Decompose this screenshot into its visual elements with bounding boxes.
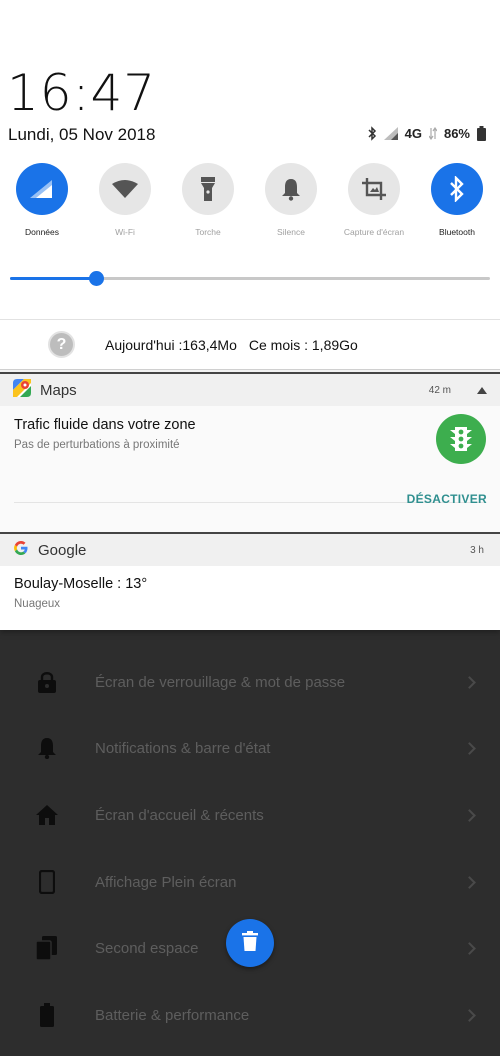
notification-header: Google 3 h xyxy=(0,532,500,566)
maps-notification[interactable]: Maps 42 m Trafic fluide dans votre zone … xyxy=(0,372,500,532)
toggle-label: Capture d'écran xyxy=(343,227,405,237)
toggle-label: Données xyxy=(24,227,60,237)
settings-item-label: Écran d'accueil & récents xyxy=(95,806,264,824)
brightness-slider[interactable] xyxy=(10,270,490,286)
toggle-label: Silence xyxy=(277,227,305,237)
toggle-mobile-data[interactable]: Données xyxy=(1,163,83,237)
data-usage-today: Aujourd'hui :163,4Mo xyxy=(105,336,237,353)
notification-body: Boulay-Moselle : 13° Nuageux xyxy=(0,566,500,630)
toggle-flashlight[interactable]: Torche xyxy=(167,163,249,237)
signal-icon xyxy=(383,127,398,140)
settings-item-fullscreen[interactable]: Affichage Plein écran xyxy=(0,849,500,915)
notification-app-name: Google xyxy=(38,541,87,559)
data-usage-row[interactable]: ? Aujourd'hui :163,4Mo Ce mois : 1,89Go xyxy=(0,320,500,370)
notification-title: Boulay-Moselle : 13° xyxy=(14,576,148,592)
bell-icon xyxy=(36,737,58,759)
screenshot-icon xyxy=(348,163,400,215)
phone-icon xyxy=(36,870,58,894)
notification-subtitle: Nuageux xyxy=(14,598,61,610)
settings-list: Écran de verrouillage & mot de passe Not… xyxy=(0,630,500,1056)
clock-time: 16:47 xyxy=(7,64,157,122)
copy-icon xyxy=(36,936,58,960)
chevron-right-icon xyxy=(463,1008,476,1022)
trash-icon xyxy=(242,930,258,956)
mobile-data-icon xyxy=(16,163,68,215)
battery-icon xyxy=(477,126,486,141)
notification-time: 3 h xyxy=(470,544,484,556)
settings-item-home-screen[interactable]: Écran d'accueil & récents xyxy=(0,782,500,848)
toggle-silence[interactable]: Silence xyxy=(250,163,332,237)
disable-button[interactable]: DÉSACTIVER xyxy=(407,492,487,506)
toggle-bluetooth[interactable]: Bluetooth xyxy=(416,163,498,237)
google-icon xyxy=(13,540,29,561)
bell-icon xyxy=(265,163,317,215)
brightness-thumb[interactable] xyxy=(89,271,104,286)
chevron-right-icon xyxy=(463,941,476,955)
quick-toggles: Données Wi-Fi Torche Silence Capture d'é… xyxy=(0,163,500,243)
settings-item-label: Second espace xyxy=(95,939,199,957)
traffic-light-icon xyxy=(436,414,486,464)
notification-app-name: Maps xyxy=(40,381,77,399)
settings-item-battery[interactable]: Batterie & performance xyxy=(0,982,500,1048)
bluetooth-status-icon xyxy=(367,126,377,141)
settings-item-label: Batterie & performance xyxy=(95,1006,250,1024)
flashlight-icon xyxy=(182,163,234,215)
settings-item-notifications[interactable]: Notifications & barre d'état xyxy=(0,715,500,781)
settings-item-label: Écran de verrouillage & mot de passe xyxy=(95,673,346,691)
brightness-fill xyxy=(10,277,96,280)
notification-shade: 16:47 Lundi, 05 Nov 2018 4G 86% Données … xyxy=(0,0,500,630)
settings-item-label: Affichage Plein écran xyxy=(95,873,237,891)
notification-time: 42 m xyxy=(428,384,451,396)
toggle-screenshot[interactable]: Capture d'écran xyxy=(333,163,415,237)
lock-icon xyxy=(36,671,58,693)
collapse-icon[interactable] xyxy=(477,387,487,394)
toggle-wifi[interactable]: Wi-Fi xyxy=(84,163,166,237)
chevron-right-icon xyxy=(463,808,476,822)
clock-date[interactable]: Lundi, 05 Nov 2018 xyxy=(8,125,155,145)
chevron-right-icon xyxy=(463,675,476,689)
maps-icon xyxy=(13,378,31,402)
battery-icon xyxy=(36,1003,58,1027)
settings-item-label: Notifications & barre d'état xyxy=(95,739,271,757)
bluetooth-icon xyxy=(431,163,483,215)
google-notification[interactable]: Google 3 h Boulay-Moselle : 13° Nuageux xyxy=(0,532,500,630)
notification-header: Maps 42 m xyxy=(0,372,500,406)
home-icon xyxy=(36,804,58,826)
settings-item-lock-screen[interactable]: Écran de verrouillage & mot de passe xyxy=(0,649,500,715)
quick-settings-panel: 16:47 Lundi, 05 Nov 2018 4G 86% Données … xyxy=(0,0,500,320)
notification-subtitle: Pas de perturbations à proximité xyxy=(14,439,180,451)
chevron-right-icon xyxy=(463,875,476,889)
chevron-right-icon xyxy=(463,741,476,755)
status-bar: 4G 86% xyxy=(367,126,486,141)
toggle-label: Torche xyxy=(195,227,221,237)
toggle-label: Wi-Fi xyxy=(115,227,135,237)
battery-level: 86% xyxy=(443,126,470,141)
toggle-label: Bluetooth xyxy=(439,227,475,237)
help-icon[interactable]: ? xyxy=(48,331,75,358)
data-usage-month: Ce mois : 1,89Go xyxy=(248,336,358,353)
notification-body: Trafic fluide dans votre zone Pas de per… xyxy=(0,406,500,532)
wifi-icon xyxy=(99,163,151,215)
data-transfer-icon xyxy=(428,127,437,140)
clear-notifications-button[interactable] xyxy=(226,919,274,967)
notification-title: Trafic fluide dans votre zone xyxy=(14,417,196,433)
network-type: 4G xyxy=(404,126,422,141)
